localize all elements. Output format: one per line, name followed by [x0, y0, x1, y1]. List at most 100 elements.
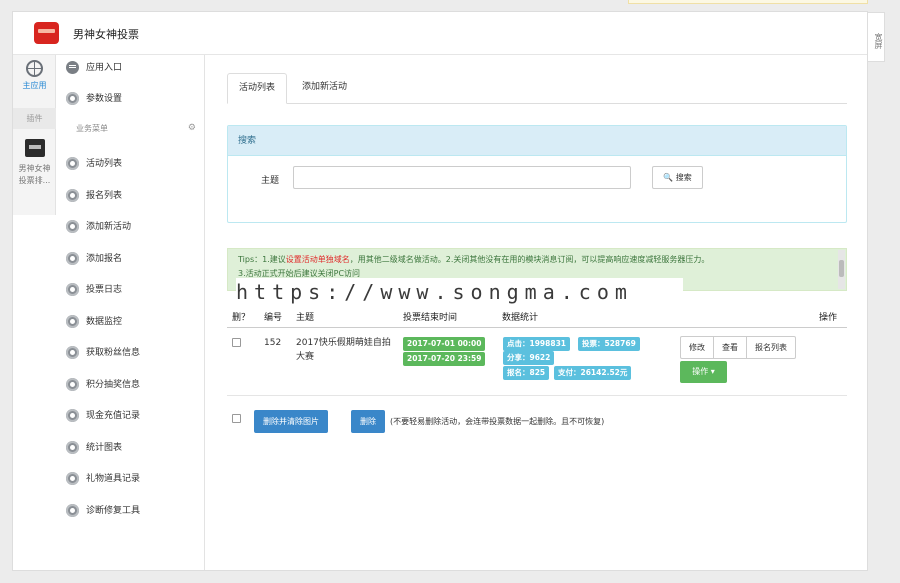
subject-search-input[interactable]	[293, 166, 631, 189]
operations-dropdown-button[interactable]: 操作 ▾	[680, 361, 727, 383]
sidebar-item-5[interactable]: 数据监控	[66, 312, 122, 332]
delete-button[interactable]: 删除	[351, 410, 385, 433]
gear-icon	[66, 92, 79, 105]
sidebar-item-7[interactable]: 积分抽奖信息	[66, 375, 140, 395]
app-logo	[34, 22, 59, 44]
search-icon: 🔍	[663, 173, 674, 182]
payment-badge: 支付：26142.52元	[554, 366, 632, 380]
gear-icon	[66, 377, 79, 391]
select-all-checkbox[interactable]	[232, 414, 241, 423]
col-delete: 删？	[232, 313, 251, 323]
sidebar-item-8[interactable]: 现金充值记录	[66, 406, 140, 426]
rail-home[interactable]: 主应用	[13, 57, 56, 102]
app-header: 男神女神投票	[13, 12, 867, 55]
sidebar-item-11[interactable]: 诊断修复工具	[66, 501, 140, 521]
col-id: 编号	[264, 313, 283, 323]
watermark: https://www.songma.com	[236, 278, 683, 306]
search-button[interactable]: 🔍 搜索	[652, 166, 703, 189]
sidebar-item-4[interactable]: 投票日志	[66, 280, 122, 300]
gear-icon	[66, 157, 79, 170]
tips-prefix: Tips：1.建议	[238, 255, 286, 264]
sidebar-item-label: 现金充值记录	[86, 411, 141, 421]
gear-icon	[66, 503, 79, 517]
sidebar-item-settings[interactable]: 参数设置	[66, 89, 122, 109]
signups-badge: 报名：825	[503, 366, 550, 380]
sidebar-item-label: 数据监控	[86, 316, 123, 327]
search-button-label: 搜索	[675, 173, 692, 182]
tips-line2: 3.活动正式开始后建议关闭PC访问	[238, 269, 361, 278]
edit-button[interactable]: 修改	[680, 336, 714, 359]
end-time-badge: 2017-07-20 23:59	[403, 352, 486, 366]
top-notice	[628, 0, 868, 4]
signup-list-button[interactable]: 报名列表	[746, 336, 796, 359]
delete-and-clear-images-button[interactable]: 删除并清除图片	[254, 410, 328, 433]
delete-warning: (不要轻易删除活动，会连带投票数据一起删除。且不可恢复)	[390, 417, 605, 426]
gear-icon	[66, 283, 79, 296]
start-time-badge: 2017-07-01 00:00	[403, 337, 486, 351]
tips-line1: ，用其他二级域名做活动。2.关闭其他没有在用的模块消息订阅，可以提高响应速度减轻…	[349, 255, 710, 264]
gear-icon	[66, 188, 79, 202]
rail-home-label: 主应用	[22, 81, 47, 90]
tips-scrollbar[interactable]	[838, 250, 845, 289]
gear-icon	[66, 440, 79, 454]
table-header-divider	[227, 327, 847, 328]
search-panel: 搜索 主题 🔍 搜索	[227, 125, 847, 223]
row-action-group: 修改 查看 报名列表	[680, 336, 796, 359]
chat-icon	[66, 61, 79, 74]
row-divider	[227, 395, 847, 396]
tab-bar: 活动列表 添加新活动	[227, 73, 847, 104]
sidebar-item-1[interactable]: 报名列表	[66, 186, 122, 206]
sidebar-item-0[interactable]: 活动列表	[66, 154, 122, 174]
grid-icon	[26, 60, 43, 77]
rail-app-vote[interactable]: 男神女神 投票排...	[13, 135, 56, 187]
sidebar-item-9[interactable]: 统计图表	[66, 438, 122, 458]
tips-highlight: 设置活动单独域名	[285, 255, 350, 264]
sidebar-item-label: 应用入口	[86, 63, 123, 73]
sidebar-item-app-entry[interactable]: 应用入口	[66, 58, 122, 78]
gear-icon	[66, 220, 79, 233]
gear-icon	[66, 346, 79, 359]
sidebar-item-label: 获取粉丝信息	[86, 348, 141, 358]
sidebar-item-label: 礼物道具记录	[86, 474, 141, 484]
view-button[interactable]: 查看	[713, 336, 747, 359]
app-thumbnail	[24, 139, 45, 157]
sidebar-item-label: 投票日志	[86, 285, 123, 295]
clicks-badge: 点击：1998831	[503, 337, 571, 351]
rail-section: 插件	[13, 108, 56, 129]
gear-icon	[66, 472, 79, 485]
sidebar-item-label: 报名列表	[86, 190, 123, 201]
sidebar-item-label: 活动列表	[86, 159, 123, 169]
app-title: 男神女神投票	[73, 28, 139, 41]
sidebar-item-6[interactable]: 获取粉丝信息	[66, 343, 140, 363]
rail-app-label-1: 男神女神	[18, 164, 51, 173]
row-checkbox[interactable]	[232, 338, 241, 347]
app-rail: 主应用 插件 男神女神 投票排...	[13, 55, 56, 215]
col-stats: 数据统计	[502, 313, 539, 323]
tab-activity-list[interactable]: 活动列表	[227, 73, 288, 104]
sidebar-item-10[interactable]: 礼物道具记录	[66, 469, 140, 489]
gear-icon	[66, 314, 79, 328]
shares-badge: 分享：9622	[503, 351, 555, 365]
section-title-label: 业务菜单	[76, 124, 108, 133]
sidebar-item-2[interactable]: 添加新活动	[66, 217, 131, 237]
row-subject: 2017快乐假期萌娃自拍大赛	[296, 338, 391, 362]
sidebar-item-label: 参数设置	[86, 94, 123, 104]
gear-icon	[66, 251, 79, 265]
sidebar-item-label: 积分抽奖信息	[86, 379, 141, 390]
sidebar-item-3[interactable]: 添加报名	[66, 249, 122, 269]
tab-add-activity[interactable]: 添加新活动	[291, 73, 358, 104]
wide-screen-button[interactable]: 宽屏	[867, 12, 885, 62]
search-title: 搜索	[228, 126, 846, 156]
sidebar-item-label: 添加新活动	[86, 222, 132, 232]
rail-app-label-2: 投票排...	[18, 176, 51, 185]
sidebar-item-label: 添加报名	[86, 253, 123, 264]
col-ops: 操作	[819, 313, 838, 323]
sidebar: 应用入口 参数设置 业务菜单 ⚙ 活动列表报名列表添加新活动添加报名投票日志数据…	[56, 55, 205, 570]
sidebar-section-title: 业务菜单 ⚙	[76, 123, 196, 134]
col-end-time: 投票结束时间	[403, 313, 458, 323]
votes-badge: 投票：528769	[578, 337, 640, 351]
section-gear-icon[interactable]: ⚙	[188, 123, 196, 133]
row-id: 152	[264, 338, 282, 348]
subject-label: 主题	[261, 176, 280, 186]
sidebar-item-label: 诊断修复工具	[86, 505, 141, 516]
